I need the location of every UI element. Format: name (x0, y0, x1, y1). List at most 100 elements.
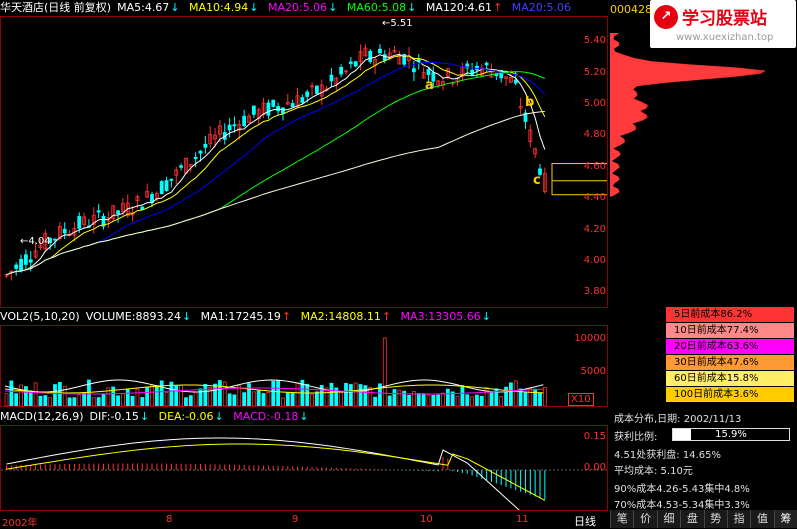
volume-bar (542, 387, 547, 406)
volume-bar (290, 391, 295, 406)
volume-bar (91, 397, 96, 406)
volume-bar (82, 392, 86, 406)
ma200-label: MA20:5.06 (511, 1, 571, 14)
candle-body (484, 62, 489, 66)
volume-bar (416, 393, 421, 406)
macd-value: MACD:-0.18 (233, 410, 299, 423)
candle-body (227, 124, 232, 131)
volume-bar (179, 384, 184, 406)
site-logo: ↗ 学习股票站 www.xuexizhan.top (650, 0, 796, 48)
date-label: 8 (166, 514, 173, 525)
up-arrow-icon: ↑ (381, 310, 392, 323)
vol-ma3: MA3:13305.66 (400, 310, 481, 323)
volume-bar (237, 385, 242, 406)
cost-title: 成本分布,日期: 2002/11/13 (614, 414, 742, 425)
candle-body (242, 115, 247, 127)
annotation-b: b (525, 95, 535, 110)
tab-index[interactable]: 指 (726, 510, 750, 528)
volume-bar (441, 392, 445, 406)
down-arrow-icon: ↓ (170, 1, 180, 14)
candle-body (203, 143, 208, 148)
volume-bar (227, 393, 232, 406)
cost-legend-item: 10日前成本77.4% (666, 323, 794, 338)
candle-body (23, 254, 28, 265)
volume-bar (436, 394, 441, 406)
volume-bar (251, 391, 256, 406)
logo-icon: ↗ (654, 5, 678, 29)
volume-bar (305, 383, 310, 406)
candle-body (382, 54, 387, 61)
volume-bar (38, 395, 43, 406)
price-panel[interactable] (0, 16, 608, 308)
volume-bar (344, 383, 348, 406)
volume-bar (358, 384, 363, 406)
chip-distribution-panel: 000428 ↗ 学习股票站 www.xuexizhan.top 5日前成本86… (610, 0, 797, 528)
volume-bar (431, 394, 436, 406)
volume-bar (33, 382, 38, 406)
tab-price[interactable]: 价 (633, 510, 656, 528)
up-arrow-icon: ↑ (281, 310, 292, 323)
volume-bar (43, 395, 48, 406)
volume-bar (329, 382, 334, 406)
volume-bar (116, 395, 120, 406)
ma10-label: MA10:4.94 (189, 1, 249, 14)
volume-bar (353, 382, 358, 406)
period-label[interactable]: 日线 (574, 513, 596, 529)
volume-bar (310, 393, 314, 406)
volume-bar (23, 386, 28, 406)
volume-bar (256, 390, 261, 406)
candle-body (266, 102, 271, 116)
dea-line (6, 443, 546, 501)
up-arrow-icon: ↑ (493, 1, 503, 14)
candle-body (169, 178, 174, 181)
volume-bar (242, 392, 247, 406)
macd-dif: DIF:-0.15 (89, 410, 139, 423)
tab-detail[interactable]: 细 (656, 510, 680, 528)
volume-bar (222, 381, 227, 406)
macd-header: MACD(12,26,9) DIF:-0.15↓ DEA:-0.06↓ MACD:… (0, 409, 315, 425)
volume-bar (455, 395, 460, 406)
tab-orderbook[interactable]: 盘 (680, 510, 703, 528)
candle-body (339, 66, 344, 75)
macd-panel[interactable] (0, 425, 608, 511)
candle-body (140, 206, 145, 210)
tab-chips[interactable]: 筹 (773, 510, 797, 528)
tab-bar: 笔 价 细 盘 势 指 值 筹 (610, 510, 797, 528)
tab-trend[interactable]: 势 (703, 510, 727, 528)
volume-bar (19, 384, 23, 406)
volume-bar (48, 397, 53, 406)
candle-body (179, 165, 184, 168)
tab-trades[interactable]: 笔 (610, 510, 633, 528)
volume-bar (276, 380, 281, 406)
price-axis-label: 4.20 (583, 223, 606, 235)
candle-body (281, 107, 285, 114)
volume-bar (188, 395, 193, 406)
profit-label: 获利比例: (614, 432, 658, 443)
volume-bar (528, 388, 533, 406)
volume-bar (164, 392, 169, 406)
high-value: 5.51 (390, 18, 413, 29)
down-arrow-icon: ↓ (481, 310, 491, 323)
volume-bar (193, 391, 198, 406)
volume-header: VOL2(5,10,20) VOLUME:8893.24↓ MA1:17245.1… (0, 309, 497, 325)
volume-bar (121, 393, 125, 406)
volume-bar (14, 393, 19, 406)
price-axis-label: 4.40 (583, 192, 606, 204)
tab-value[interactable]: 值 (750, 510, 773, 528)
volume-bar (373, 396, 378, 406)
down-arrow-icon: ↓ (214, 410, 224, 423)
macd-chart (1, 437, 607, 510)
candle-body (300, 97, 305, 103)
vol-axis-5000: 5000 (580, 366, 606, 377)
volume-bar (4, 393, 9, 406)
ma5-line (6, 53, 546, 276)
candle-body (353, 61, 358, 67)
volume-bar (421, 393, 426, 406)
candle-body (193, 156, 198, 159)
volume-bar (523, 392, 528, 406)
candle-body (305, 91, 310, 97)
down-arrow-icon: ↓ (328, 1, 338, 14)
annotation-c: c (533, 173, 541, 188)
candle-body (164, 180, 169, 192)
volume-panel[interactable] (0, 325, 608, 407)
